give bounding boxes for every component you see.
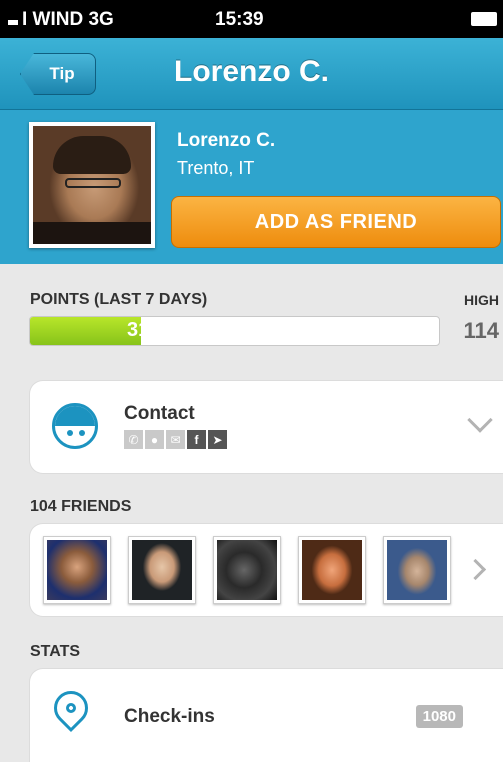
contact-methods: ✆ ● ✉ f ➤: [124, 430, 227, 449]
profile-location: Trento, IT: [177, 158, 255, 178]
battery-icon: [471, 12, 497, 26]
points-progress-fill: 31: [30, 317, 149, 345]
friend-avatar[interactable]: [383, 536, 451, 604]
carrier-label: I WIND 3G: [22, 9, 114, 30]
facebook-icon[interactable]: f: [187, 430, 206, 449]
contact-icon: [52, 403, 98, 449]
checkins-count-badge: 1080: [415, 705, 463, 728]
email-icon[interactable]: ✉: [166, 430, 185, 449]
stats-label: STATS: [30, 643, 81, 660]
points-value: 31: [127, 319, 150, 341]
chevron-right-icon[interactable]: [464, 558, 487, 581]
high-label: HIGH: [464, 292, 499, 308]
friend-avatar[interactable]: [298, 536, 366, 604]
friend-avatar[interactable]: [213, 536, 281, 604]
friend-avatar[interactable]: [128, 536, 196, 604]
location-pin-icon: [46, 683, 96, 733]
signal-icon: [8, 20, 18, 25]
avatar[interactable]: [29, 122, 155, 248]
chevron-down-icon[interactable]: [467, 407, 493, 433]
add-friend-button[interactable]: ADD AS FRIEND: [171, 196, 501, 248]
contact-label: Contact: [124, 403, 195, 424]
points-progress-bar: 31: [29, 316, 440, 346]
profile-header: Lorenzo C. Trento, IT ADD AS FRIEND: [0, 110, 503, 264]
twitter-icon[interactable]: ➤: [208, 430, 227, 449]
friends-label: 104 FRIENDS: [30, 498, 132, 515]
status-bar: I WIND 3G 15:39: [0, 0, 503, 38]
points-label: POINTS (LAST 7 DAYS): [30, 291, 208, 308]
profile-photo: [33, 126, 151, 244]
friends-card[interactable]: [29, 523, 503, 617]
contact-card[interactable]: Contact ✆ ● ✉ f ➤: [29, 380, 503, 474]
navigation-bar: Tip Lorenzo C.: [0, 38, 503, 110]
checkins-label: Check-ins: [124, 706, 215, 727]
clock: 15:39: [215, 9, 264, 30]
page-title: Lorenzo C.: [174, 55, 329, 88]
chat-icon[interactable]: ●: [145, 430, 164, 449]
friend-avatar[interactable]: [43, 536, 111, 604]
profile-name: Lorenzo C.: [177, 130, 276, 151]
high-value: 114: [463, 318, 500, 343]
checkins-row[interactable]: Check-ins 1080: [29, 668, 503, 762]
phone-icon[interactable]: ✆: [124, 430, 143, 449]
